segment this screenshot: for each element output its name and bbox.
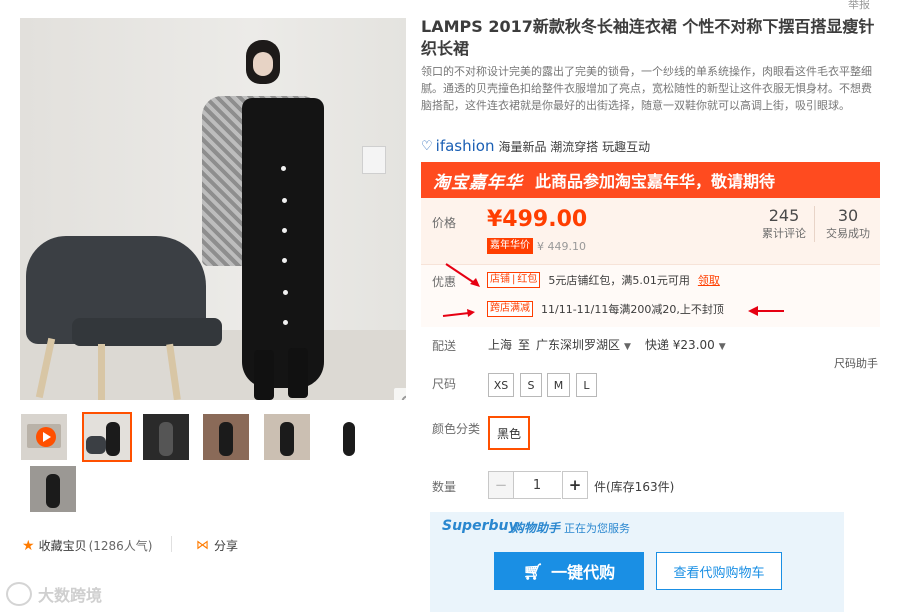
share-action[interactable]: ⋈ 分享 — [196, 537, 238, 554]
watermark-text: 大数跨境 — [38, 586, 103, 605]
ifashion-logo: ifashion — [435, 137, 495, 155]
cross-store-row: 跨店满减 11/11-11/11每满200减20,上不封顶 — [487, 301, 724, 317]
product-description: 领口的不对称设计完美的露出了完美的锁骨，一个纱线的单系统操作，肉眼看这件毛衣平整… — [421, 65, 872, 112]
size-label: 尺码 — [432, 377, 457, 391]
dress-button — [281, 166, 286, 171]
one-click-buy-button[interactable]: 🛒︎ 一键代购 — [494, 552, 644, 590]
dress-button — [282, 258, 287, 263]
share-icon: ⋈ — [196, 538, 209, 553]
coupon-tag: 店铺 | 红包 — [487, 272, 541, 288]
color-label: 颜色分类 — [432, 422, 481, 436]
size-option-m[interactable]: M — [547, 373, 570, 397]
dress-button — [283, 290, 288, 295]
reviews-stat[interactable]: 245 累计评论 — [755, 206, 813, 241]
shipping-destination-select[interactable]: 广东深圳罗湖区 ▼ — [536, 336, 631, 353]
shipping-method-select[interactable]: 快递 ¥23.00 ▼ — [645, 336, 726, 353]
chair-leg — [98, 344, 105, 400]
watermark-logo-icon — [6, 582, 32, 606]
shipping-row: 上海 至 广东深圳罗湖区 ▼ 快递 ¥23.00 ▼ — [488, 336, 726, 353]
quantity-plus-button[interactable]: + — [562, 471, 588, 499]
thumbnail-2[interactable] — [143, 414, 189, 460]
share-label: 分享 — [214, 539, 239, 553]
report-link[interactable]: 举报 — [848, 0, 870, 12]
thumbnail-5[interactable] — [325, 414, 371, 460]
dress-button — [282, 198, 287, 203]
coupon-tag-redpacket: 红包 — [517, 274, 538, 285]
superbuy-panel: Superbuy 购物助手 正在为您服务 🛒︎ 一键代购 查看代购购物车 — [430, 512, 844, 612]
quantity-minus-button[interactable]: − — [488, 471, 514, 499]
view-cart-button[interactable]: 查看代购购物车 — [656, 552, 782, 590]
reviews-count: 245 — [768, 206, 800, 225]
sales-count: 30 — [837, 206, 859, 225]
one-click-buy-label: 一键代购 — [551, 563, 616, 582]
shipping-to-word: 至 — [518, 338, 531, 352]
model-boot — [288, 348, 308, 398]
favorite-label: 收藏宝贝 — [38, 539, 87, 553]
ifashion-tagline: 海量新品 潮流穿搭 玩趣互动 — [498, 139, 651, 154]
ifashion-heart-icon: ♡ — [421, 138, 433, 154]
thumbnail-3[interactable] — [203, 414, 249, 460]
annotation-arrow-icon — [748, 306, 784, 316]
size-option-s[interactable]: S — [520, 373, 542, 397]
size-option-l[interactable]: L — [576, 373, 597, 397]
thumbnail-6[interactable] — [30, 466, 76, 512]
cross-store-tag[interactable]: 跨店满减 — [487, 301, 533, 317]
promo-price-row: 嘉年华价 ¥ 449.10 — [487, 238, 586, 254]
coupon-text: 5元店铺红包，满5.01元可用 — [548, 274, 690, 287]
cross-store-text: 11/11-11/11每满200减20,上不封顶 — [541, 303, 724, 316]
model-dress — [242, 98, 324, 388]
stock-text: 件(库存163件) — [594, 480, 675, 494]
quantity-input[interactable]: 1 — [513, 471, 561, 499]
promo-price-value: ¥ 449.10 — [537, 239, 586, 253]
annotation-arrow-icon — [442, 309, 475, 317]
dress-button — [283, 320, 288, 325]
shipping-label: 配送 — [432, 339, 457, 353]
promo-price-tag: 嘉年华价 — [487, 238, 533, 254]
chevron-down-icon: ▼ — [718, 342, 726, 352]
size-helper-link[interactable]: 尺码助手 — [834, 355, 878, 371]
carnival-logo: 淘宝嘉年华 — [433, 172, 523, 193]
shipping-destination: 广东深圳罗湖区 — [536, 338, 621, 352]
reviews-label: 累计评论 — [762, 227, 806, 240]
color-option-black[interactable]: 黑色 — [488, 416, 530, 450]
zoom-icon[interactable] — [394, 388, 406, 400]
superbuy-serving-text: 正在为您服务 — [564, 522, 630, 535]
favorite-action[interactable]: ★ 收藏宝贝 (1286人气) — [22, 537, 152, 554]
product-title: LAMPS 2017新款秋冬长袖连衣裙 个性不对称下摆百搭显瘦针织长裙 — [421, 17, 875, 58]
wall-switch — [362, 146, 386, 174]
ifashion-row[interactable]: ♡ ifashion 海量新品 潮流穿搭 玩趣互动 — [421, 137, 650, 155]
watermark: 大数跨境 — [6, 582, 102, 606]
chevron-down-icon: ▼ — [624, 342, 631, 352]
coupon-claim-link[interactable]: 领取 — [698, 272, 720, 288]
thumbnail-1[interactable] — [82, 412, 132, 462]
price-label: 价格 — [432, 216, 457, 230]
coupon-tag-shop: 店铺 — [490, 274, 510, 285]
favorite-count: (1286人气) — [88, 539, 153, 553]
star-icon: ★ — [22, 537, 35, 554]
shipping-from: 上海 — [488, 338, 513, 352]
divider — [171, 536, 172, 552]
model-face — [253, 52, 273, 76]
sales-stat: 30 交易成功 — [820, 206, 876, 241]
annotation-arrow-icon — [445, 263, 480, 287]
stat-divider — [814, 206, 815, 242]
main-product-photo[interactable] — [20, 18, 406, 400]
dress-button — [282, 228, 287, 233]
sales-label: 交易成功 — [826, 227, 870, 240]
play-triangle — [43, 432, 51, 442]
price-value: ¥499.00 — [487, 207, 588, 232]
shipping-method: 快递 ¥23.00 — [644, 338, 715, 352]
chair-seat — [72, 318, 222, 346]
thumbnail-4[interactable] — [264, 414, 310, 460]
superbuy-subtitle: 购物助手 — [512, 521, 561, 535]
carnival-message: 此商品参加淘宝嘉年华，敬请期待 — [535, 172, 776, 191]
quantity-label: 数量 — [432, 480, 457, 494]
model-boot — [254, 350, 274, 400]
carnival-banner[interactable]: 淘宝嘉年华 此商品参加淘宝嘉年华，敬请期待 — [421, 162, 880, 198]
cart-icon: 🛒︎ — [522, 561, 544, 581]
thumbnail-video[interactable] — [21, 414, 67, 460]
coupon-row: 店铺 | 红包 5元店铺红包，满5.01元可用 领取 — [487, 272, 720, 288]
size-option-xs[interactable]: XS — [488, 373, 514, 397]
superbuy-logo: Superbuy — [442, 518, 518, 534]
